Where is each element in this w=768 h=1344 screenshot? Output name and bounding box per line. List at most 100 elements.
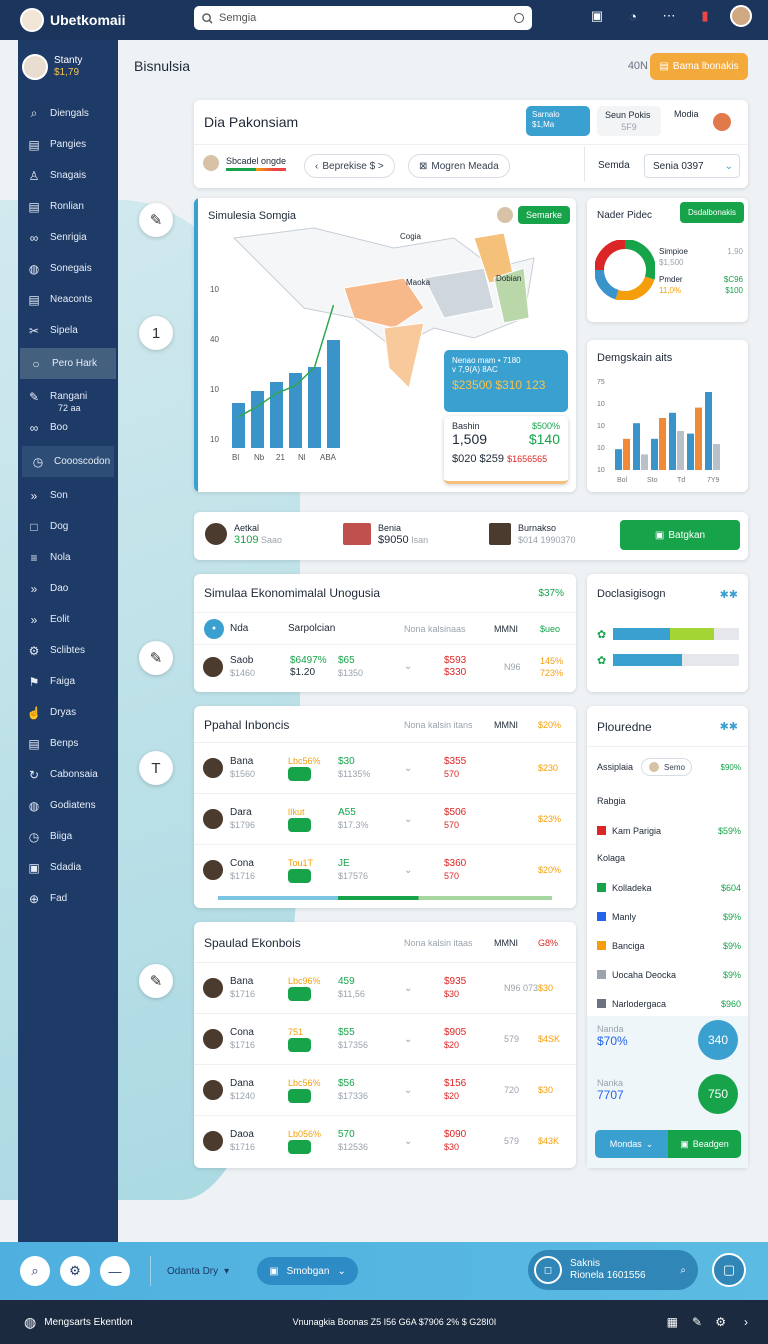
search-input[interactable]: Semgia [219,12,256,24]
column-header[interactable]: MMNI [494,624,518,634]
list-item[interactable]: Banciga $9% [597,931,741,960]
list-item[interactable]: Uocaha Deocka $9% [597,960,741,989]
sidebar-item-dog[interactable]: □ Dog [18,511,118,542]
list-item[interactable]: Kam Parigia $59% [597,816,741,845]
filter-pill[interactable]: ⊠ Mogren Meada [408,154,510,178]
stat-circle[interactable]: 340 [698,1020,738,1060]
table-row[interactable]: Bana $1560 Lbc56% $30 $1135% ⌄ $355 570 $230 [194,742,576,793]
step-number[interactable]: 1 [139,316,173,350]
minus-icon[interactable]: — [100,1256,130,1286]
table-row[interactable]: Saob $1460 $6497% $1.20 $65 $1350 ⌄ $593 $33… [194,644,576,688]
sparkle-icon[interactable]: ✱✱ [720,720,738,733]
pin-icon[interactable]: ✎ [692,1315,702,1329]
chevron-down-icon[interactable]: ⌄ [404,814,412,825]
sidebar-item-ronlian[interactable]: ▤ Ronlian [18,191,118,222]
table-row[interactable]: Daoa $1716 Lb056% 570 $12536 ⌄ $090 $30 579 $43K [194,1115,576,1166]
settings-icon[interactable]: ⚙ [60,1256,90,1286]
table-row[interactable]: Cona $1716 Tou1T JE $17576 ⌄ $360 570 $20% [194,844,576,895]
notification-icon[interactable]: ▮ [694,5,716,27]
sidebar-item-pero-hark[interactable]: ○ Pero Hark [20,348,116,379]
sidebar-item-rangani[interactable]: ✎ Rangani 72 aa [18,381,118,413]
chevron-down-icon[interactable]: ⌄ [404,661,412,672]
filter-user[interactable]: Sbcadel ongde [202,154,286,172]
map-popup-2[interactable]: Bashin $500% 1,509 $140 $020 $259 $1656565 [444,416,568,484]
sidebar-item-son[interactable]: » Son [18,480,118,511]
sidebar-item-nola[interactable]: ≡ Nola [18,542,118,573]
list-item[interactable]: Narlodergaca $960 [597,989,741,1018]
person-card[interactable]: Benia $9050 Isan [342,522,428,546]
sidebar-item-coooscodon[interactable]: ◷ Coooscodon [22,446,114,477]
column-header[interactable]: $20% [538,720,561,730]
profile-avatar[interactable] [730,5,752,27]
column-header[interactable]: $ueo [540,624,560,634]
chevron-down-icon[interactable]: ⌄ [404,865,412,876]
sidebar-item-senrigia[interactable]: ∞ Senrigia [18,222,118,253]
sparkle-icon[interactable]: ✱✱ [720,588,738,601]
search-icon[interactable]: ⌕ [20,1256,50,1286]
column-header[interactable]: MMNI [494,938,518,948]
sidebar-item-sdadia[interactable]: ▣ Sdadia [18,852,118,883]
sidebar-item-faiga[interactable]: ⚑ Faiga [18,666,118,697]
edit-icon[interactable]: ✎ [139,203,173,237]
text-icon[interactable]: T [139,751,173,785]
stat-circle[interactable]: 750 [698,1074,738,1114]
globe-icon[interactable]: ◍ [24,1314,36,1331]
sidebar-item-diengals[interactable]: ⌕ Diengals [18,98,118,129]
table-scroll-indicator[interactable] [218,896,552,900]
column-header[interactable]: Nona kalsin itans [404,720,473,730]
user-chip-1[interactable]: Sarnalo $1,Ma [526,106,590,136]
table-row[interactable]: Dara $1796 lIkut A55 $17.3% ⌄ $506 570 $23% [194,793,576,844]
clock-icon[interactable]: ◔ [622,5,644,27]
column-header[interactable]: Nona kalsinaas [404,624,466,634]
sidebar-item-fad[interactable]: ⊕ Fad [18,883,118,914]
sidebar-item-dryas[interactable]: ☝ Dryas [18,697,118,728]
more-icon[interactable]: ⋯ [658,5,680,27]
sidebar-item-biiga[interactable]: ◷ Biiga [18,821,118,852]
smobgan-select[interactable]: ▣ Smobgan ⌄ [257,1257,358,1285]
sidebar-item-godiatens[interactable]: ◍ Godiatens [18,790,118,821]
header-action-button[interactable]: ▤ Bama lbonakis [650,53,748,80]
column-header[interactable]: MMNI [494,720,518,730]
assign-row[interactable]: Assiplaia Semo $90% [597,758,741,776]
toggle-icon[interactable]: ● [204,618,224,639]
sidebar-user[interactable]: Stanty $1,79 [18,40,118,88]
list-item[interactable]: Kolladeka $604 [597,873,741,902]
people-action-button[interactable]: ▣ Batgkan [620,520,740,550]
record-icon[interactable] [514,13,524,23]
chevron-down-icon[interactable]: ⌄ [404,1136,412,1147]
column-header[interactable]: Nda [230,623,248,634]
sort-select[interactable]: Senia 0397 ⌄ [644,154,740,178]
table-row[interactable]: Dana $1240 Lbc56% $56 $17336 ⌄ $156 $20 720 $30 [194,1064,576,1115]
grid-icon[interactable]: ▦ [667,1315,678,1329]
header-chip[interactable]: 40N [628,60,648,72]
settings-icon[interactable]: ⚙ [715,1315,726,1329]
column-header[interactable]: G8% [538,938,558,948]
list-item[interactable]: Manly $9% [597,902,741,931]
sidebar-item-dao[interactable]: » Dao [18,573,118,604]
table-row[interactable]: Cona $1716 751 $55 $17356 ⌄ $905 $20 579 $4SK [194,1013,576,1064]
square-icon[interactable]: ▢ [712,1253,746,1287]
map-popup-1[interactable]: Nenao mam • 7180 v 7,9(A) 8AC $23500 $31… [444,350,568,412]
date-select[interactable]: Odanta Dry ▾ [167,1266,229,1277]
sidebar-item-sipela[interactable]: ✂ Sipela [18,315,118,346]
mondas-select[interactable]: Mondas ⌄ [595,1130,668,1158]
right-panel-button[interactable]: ◻ Saknis Rionela 1601556 ⌕ [528,1250,698,1290]
search-box[interactable]: Semgia [194,6,532,30]
sidebar-item-eolit[interactable]: » Eolit [18,604,118,635]
edit-icon[interactable]: ✎ [139,641,173,675]
sidebar-item-boo[interactable]: ∞ Boo [18,412,118,443]
beadgen-button[interactable]: ▣ Beadgen [668,1130,741,1158]
column-header[interactable]: Sarpolcian [288,623,335,634]
sidebar-item-sonegais[interactable]: ◍ Sonegais [18,253,118,284]
chevron-down-icon[interactable]: ⌄ [404,983,412,994]
calendar-icon[interactable]: ▣ [586,5,608,27]
chevron-down-icon[interactable]: ⌄ [404,1034,412,1045]
person-card[interactable]: Burnakso $014 1990370 [488,522,576,546]
person-card[interactable]: Aetkal 3109 Saao [204,522,282,546]
filter-pill[interactable]: ‹ Beprekise $ > [304,154,395,178]
pie-card-button[interactable]: Dsdalbonakis [679,202,744,223]
chevron-right-icon[interactable]: › [744,1315,748,1329]
user-chip-3[interactable]: Modia [668,106,742,136]
brand-avatar[interactable] [20,8,44,32]
sidebar-item-sclibtes[interactable]: ⚙ Sclibtes [18,635,118,666]
